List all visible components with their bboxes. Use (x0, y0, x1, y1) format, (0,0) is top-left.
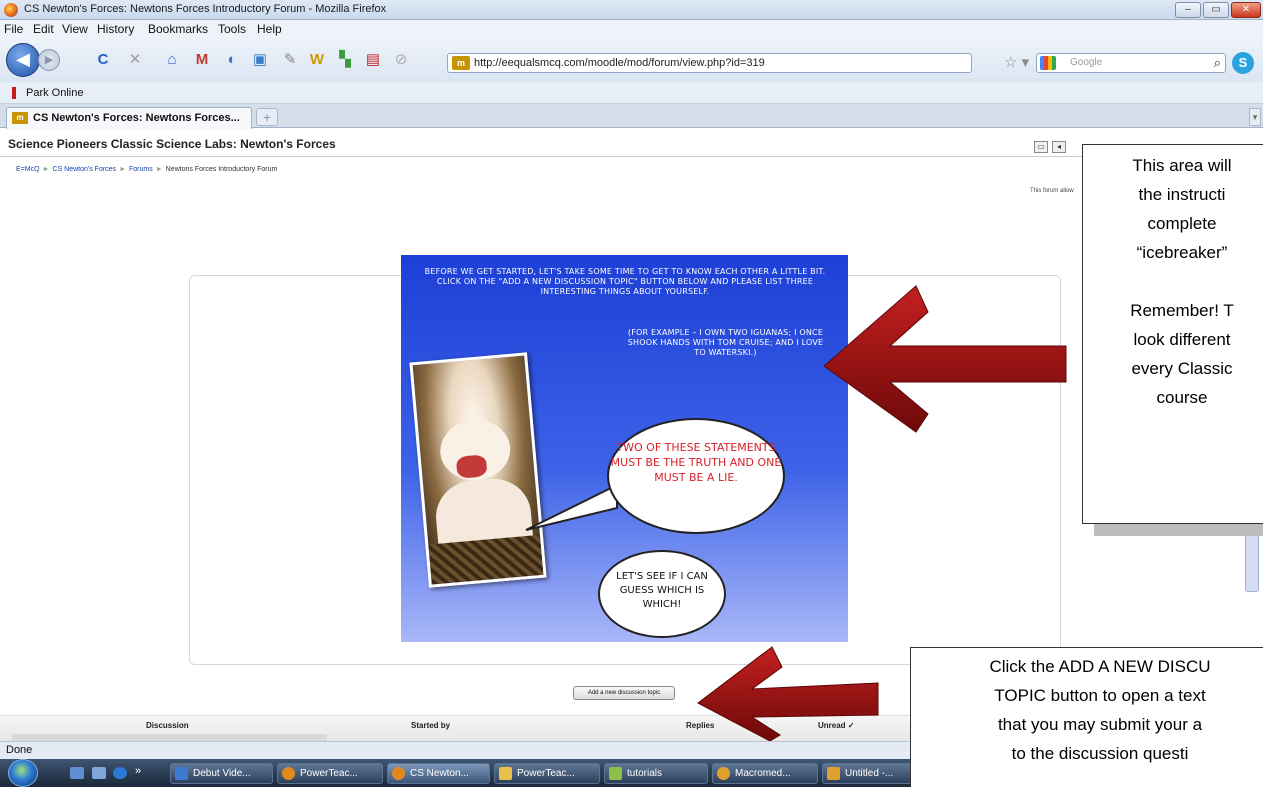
breadcrumb-course[interactable]: CS Newton's Forces (52, 166, 116, 173)
start-button[interactable] (8, 759, 38, 787)
bookmarks-bar: Park Online (0, 82, 1263, 104)
new-tab-button[interactable]: + (256, 108, 278, 126)
task-powerteacher-2[interactable]: PowerTeac... (494, 763, 600, 784)
callout-line: look different (1133, 330, 1231, 349)
breadcrumb-home[interactable]: E=McQ (16, 166, 40, 173)
callout-line: Remember! T (1130, 301, 1234, 320)
screen-icon[interactable]: ▣ (251, 51, 269, 69)
col-discussion[interactable]: Discussion (146, 721, 189, 730)
task-debut[interactable]: Debut Vide... (170, 763, 273, 784)
window-title: CS Newton's Forces: Newtons Forces Intro… (24, 3, 387, 15)
bookmark-icon (12, 87, 20, 99)
back-button[interactable]: ◀ (6, 43, 40, 77)
youtube-icon[interactable]: ▤ (364, 51, 382, 69)
callout-line: course (1156, 388, 1208, 407)
menu-view[interactable]: View (62, 22, 88, 36)
pen-icon[interactable]: ✎ (281, 51, 299, 69)
task-macromedia[interactable]: Macromed... (712, 763, 818, 784)
address-bar[interactable]: m http://eequalsmcq.com/moodle/mod/forum… (447, 53, 972, 73)
menu-tools[interactable]: Tools (218, 22, 246, 36)
firefox-icon (4, 3, 18, 17)
callout-line: complete (1147, 214, 1217, 233)
addon-icon[interactable]: ◐ (223, 51, 241, 69)
task-powerteacher-1[interactable]: PowerTeac... (277, 763, 383, 784)
skype-icon[interactable]: S (1232, 52, 1254, 74)
edit-icon[interactable]: ▭ (1034, 141, 1048, 153)
switch-windows-icon[interactable] (92, 767, 106, 779)
move-icon[interactable]: ◂ (1052, 141, 1066, 153)
url-text[interactable]: http://eequalsmcq.com/moodle/mod/forum/v… (474, 57, 765, 69)
breadcrumb-current: Newtons Forces Introductory Forum (165, 166, 278, 173)
maximize-button[interactable]: ▭ (1203, 2, 1229, 18)
callout-line: the instructi (1138, 185, 1226, 204)
home-icon[interactable]: ⌂ (163, 51, 181, 69)
arrow-to-add-button (697, 646, 879, 741)
task-untitled[interactable]: Untitled -... (822, 763, 922, 784)
speech-bubble-guess: LET'S SEE IF I CAN GUESS WHICH IS WHICH! (598, 550, 726, 638)
breadcrumb: E=McQ ► CS Newton's Forces ► Forums ► Newtons … (16, 166, 278, 173)
callout-line: TOPIC button to open a text (994, 686, 1206, 705)
more-icon[interactable]: » (135, 765, 141, 777)
reload-icon[interactable]: C (94, 51, 112, 69)
tab-bar: m CS Newton's Forces: Newtons Forces... … (0, 104, 1263, 129)
site-title: Science Pioneers Classic Science Labs: N… (8, 137, 336, 151)
add-discussion-topic-button[interactable]: Add a new discussion topic (573, 686, 675, 700)
stop-icon[interactable]: ✕ (126, 51, 144, 69)
menu-bookmarks[interactable]: Bookmarks (148, 22, 208, 36)
poster-example: (FOR EXAMPLE – I OWN TWO IGUANAS; I ONCE… (627, 328, 824, 357)
menu-help[interactable]: Help (257, 22, 282, 36)
callout-line: Click the ADD A NEW DISCU (989, 657, 1211, 676)
bookmark-star-icon[interactable]: ☆ ▾ (1004, 53, 1029, 71)
bookmark-park-online[interactable]: Park Online (26, 87, 83, 99)
menu-bar: File Edit View History Bookmarks Tools H… (0, 20, 1263, 38)
col-started-by[interactable]: Started by (411, 721, 450, 730)
navigation-toolbar: ◀ ▶ C ✕ ⌂ M ◐ ▣ ✎ W ▚ ▤ ⊘ m http://eequa… (0, 38, 1263, 82)
bookmark-tool-icon[interactable]: W (308, 51, 326, 69)
callout-line: that you may submit your a (997, 715, 1203, 734)
menu-edit[interactable]: Edit (33, 22, 54, 36)
forward-button[interactable]: ▶ (38, 49, 60, 71)
table-row[interactable] (12, 734, 327, 741)
speech-tail (525, 483, 618, 531)
site-header: Science Pioneers Classic Science Labs: N… (0, 129, 1263, 157)
callout-line: “icebreaker” (1136, 243, 1228, 262)
block-icon[interactable]: ⊘ (392, 51, 410, 69)
search-input[interactable]: Google (1070, 57, 1102, 68)
ie-icon[interactable] (113, 767, 127, 779)
task-tutorials[interactable]: tutorials (604, 763, 708, 784)
callout-line: This area will (1132, 156, 1232, 175)
search-box[interactable]: Google ⌕ (1036, 53, 1226, 73)
tab-favicon-icon: m (12, 112, 28, 124)
search-icon[interactable]: ⌕ (1214, 55, 1221, 71)
tab-forum[interactable]: m CS Newton's Forces: Newtons Forces... (6, 107, 252, 129)
site-favicon-icon: m (452, 56, 470, 70)
callout-line: every Classic (1131, 359, 1233, 378)
tab-label: CS Newton's Forces: Newtons Forces... (33, 112, 240, 124)
menu-history[interactable]: History (97, 22, 134, 36)
poster-intro: BEFORE WE GET STARTED, LET'S TAKE SOME T… (424, 267, 826, 296)
callout-add-topic: Click the ADD A NEW DISCU TOPIC button t… (910, 647, 1263, 787)
icebreaker-poster: BEFORE WE GET STARTED, LET'S TAKE SOME T… (401, 255, 848, 642)
show-desktop-icon[interactable] (70, 767, 84, 779)
window-title-bar: CS Newton's Forces: Newtons Forces Intro… (0, 0, 1263, 20)
delicious-icon[interactable]: ▚ (336, 51, 354, 69)
status-text: Done (6, 744, 33, 756)
tab-list-button[interactable]: ▾ (1249, 108, 1261, 126)
speech-bubble-statements: TWO OF THESE STATEMENTS MUST BE THE TRUT… (607, 418, 785, 534)
callout-spacer (1089, 267, 1263, 296)
forum-note: This forum allow (1030, 188, 1074, 194)
minimize-button[interactable]: – (1175, 2, 1201, 18)
google-icon (1040, 56, 1056, 70)
scrollbar-thumb[interactable] (1245, 530, 1259, 592)
task-cs-newton[interactable]: CS Newton... (387, 763, 490, 784)
menu-file[interactable]: File (4, 22, 23, 36)
arrow-to-poster (823, 285, 1067, 433)
callout-line: to the discussion questi (1011, 744, 1189, 763)
gmail-icon[interactable]: M (193, 51, 211, 69)
breadcrumb-forums[interactable]: Forums (129, 166, 153, 173)
callout-instructions: This area will the instructi complete “i… (1082, 144, 1263, 524)
close-button[interactable]: ✕ (1231, 2, 1261, 18)
